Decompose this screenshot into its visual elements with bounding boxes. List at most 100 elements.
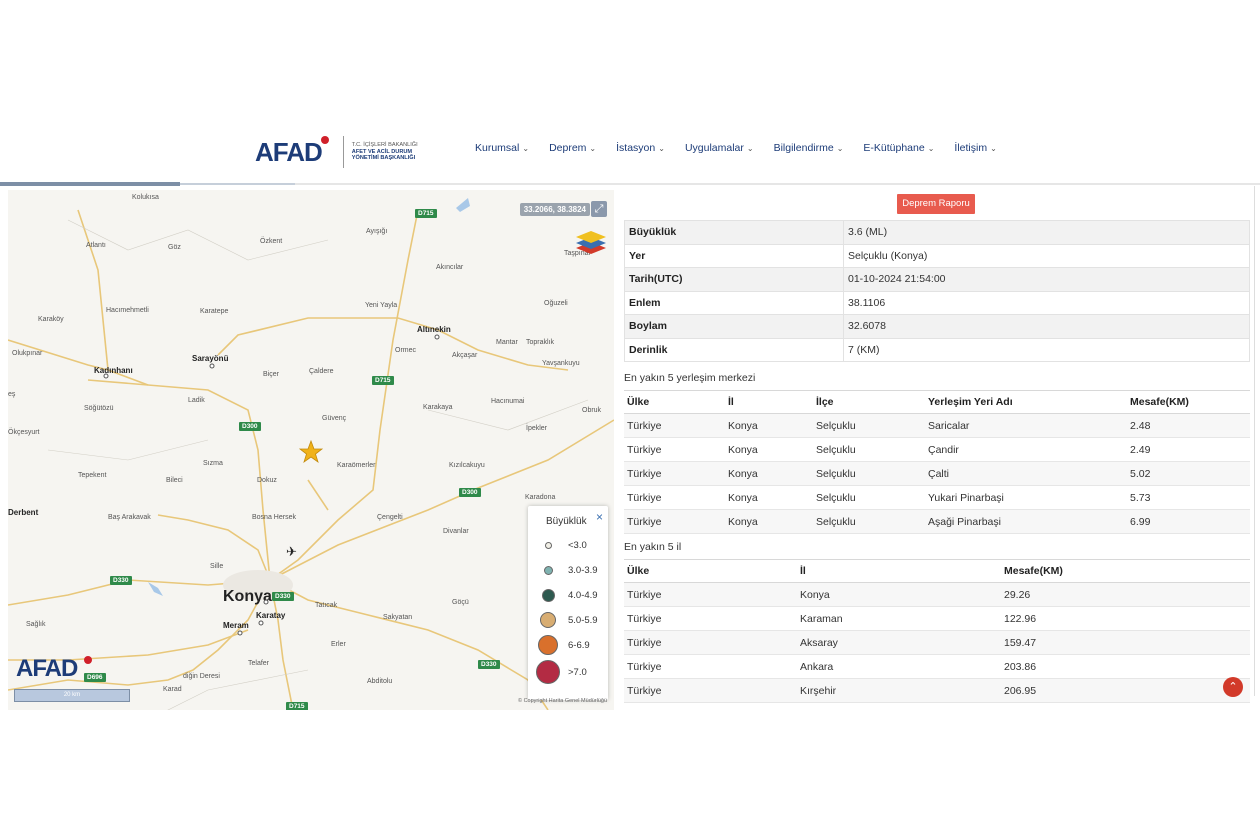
detail-value: 3.6 (ML) — [843, 220, 1250, 245]
legend-label: 5.0-5.9 — [568, 614, 598, 626]
detail-value: 7 (KM) — [843, 337, 1250, 362]
detail-row: Yer Selçuklu (Konya) — [624, 243, 1250, 268]
detail-row: Tarih(UTC) 01-10-2024 21:54:00 — [624, 267, 1250, 292]
table-cell: Türkiye — [624, 678, 797, 703]
table-cell: 2.48 — [1127, 413, 1250, 438]
legend-circle-icon — [536, 660, 560, 684]
legend-item: 6-6.9 — [528, 633, 608, 657]
nav-kurumsal[interactable]: Kurumsal ⌄ — [475, 142, 529, 154]
table-cell: Türkiye — [624, 437, 725, 462]
nav-label: İstasyon — [616, 142, 656, 154]
table-cell: 5.02 — [1127, 461, 1250, 486]
table-cell: Selçuklu — [813, 437, 925, 462]
legend-label: >7.0 — [568, 666, 587, 678]
table-cell: Türkiye — [624, 654, 797, 679]
road-shield: D330 — [272, 592, 294, 601]
table-cell: Selçuklu — [813, 509, 925, 534]
table-cell: Türkiye — [624, 606, 797, 631]
table-cell: Karaman — [797, 606, 1001, 631]
table-cell: Konya — [725, 485, 813, 510]
detail-row: Büyüklük 3.6 (ML) — [624, 220, 1250, 245]
table-cell: Türkiye — [624, 630, 797, 655]
table-cell: 2.49 — [1127, 437, 1250, 462]
close-icon[interactable]: × — [596, 510, 603, 524]
chevron-down-icon: ⌄ — [746, 143, 754, 153]
legend-item: <3.0 — [528, 533, 608, 557]
table-row: Türkiye Ankara 203.86 — [624, 654, 1250, 679]
detail-key: Tarih(UTC) — [624, 267, 844, 292]
legend-title: Büyüklük — [546, 516, 587, 527]
legend-item: 4.0-4.9 — [528, 583, 608, 607]
provinces-table: Ülke İl Mesafe(KM) Türkiye Konya 29.26 Tür… — [624, 559, 1250, 703]
table-cell: Kırşehir — [797, 678, 1001, 703]
table-row: Türkiye Karaman 122.96 — [624, 606, 1250, 631]
nav-deprem[interactable]: Deprem ⌄ — [549, 142, 596, 154]
detail-value: 38.1106 — [843, 290, 1250, 315]
nav-iletisim[interactable]: İletişim ⌄ — [954, 142, 996, 154]
layers-icon[interactable] — [574, 228, 608, 258]
map-afad-logo: AFAD — [16, 655, 78, 682]
chevron-down-icon: ⌄ — [522, 143, 530, 153]
detail-value: Selçuklu (Konya) — [843, 243, 1250, 268]
table-cell: Türkiye — [624, 485, 725, 510]
settlements-title: En yakın 5 yerleşim merkezi — [624, 372, 756, 384]
column-header: Ülke — [624, 559, 797, 583]
legend-label: <3.0 — [568, 539, 587, 551]
legend-circle-icon — [541, 588, 555, 602]
nav-uygulamalar[interactable]: Uygulamalar ⌄ — [685, 142, 754, 154]
earthquake-report-button[interactable]: Deprem Raporu — [897, 194, 975, 214]
epicenter-star-icon[interactable] — [299, 440, 323, 464]
main-nav: Kurumsal ⌄ Deprem ⌄ İstasyon ⌄ Uygulamalar ⌄… — [475, 142, 1017, 154]
road-shield: D300 — [239, 422, 261, 431]
legend-item: >7.0 — [528, 660, 608, 684]
chevron-down-icon: ⌄ — [836, 143, 844, 153]
table-cell: 159.47 — [1001, 630, 1250, 655]
detail-row: Derinlik 7 (KM) — [624, 337, 1250, 362]
table-row: Türkiye Konya Selçuklu Yukari Pinarbaşi 5.73 — [624, 485, 1250, 510]
nav-e-kutuphane[interactable]: E-Kütüphane ⌄ — [863, 142, 934, 154]
table-row: Türkiye Aksaray 159.47 — [624, 630, 1250, 655]
detail-key: Derinlik — [624, 337, 844, 362]
road-shield: D330 — [478, 660, 500, 669]
logo-emblem-icon — [320, 136, 329, 144]
fullscreen-icon[interactable]: ⤢ — [591, 201, 607, 217]
table-cell: 5.73 — [1127, 485, 1250, 510]
afad-logo[interactable]: AFAD T.C. İÇİŞLERİ BAKANLIĞI AFET VE ACİ… — [255, 136, 422, 168]
site-header: AFAD T.C. İÇİŞLERİ BAKANLIĞI AFET VE ACİ… — [0, 120, 1260, 184]
legend-item: 3.0-3.9 — [528, 558, 608, 582]
detail-key: Büyüklük — [624, 220, 844, 245]
detail-key: Yer — [624, 243, 844, 268]
logo-text: AFAD — [255, 136, 323, 167]
table-cell: Türkiye — [624, 582, 797, 607]
nav-bilgilendirme[interactable]: Bilgilendirme ⌄ — [774, 142, 844, 154]
nav-istasyon[interactable]: İstasyon ⌄ — [616, 142, 665, 154]
legend-label: 6-6.9 — [568, 639, 590, 651]
table-row: Türkiye Konya Selçuklu Çalti 5.02 — [624, 461, 1250, 486]
column-header: Ülke — [624, 390, 725, 414]
map-copyright: © Copyright Harita Genel Müdürlüğü — [518, 698, 608, 704]
table-cell: 29.26 — [1001, 582, 1250, 607]
airport-icon: ✈ — [286, 544, 297, 559]
logo-ministry: T.C. İÇİŞLERİ BAKANLIĞI — [351, 142, 418, 149]
nav-label: E-Kütüphane — [863, 142, 925, 154]
table-cell: Aksaray — [797, 630, 1001, 655]
table-cell: Konya — [725, 461, 813, 486]
legend-label: 3.0-3.9 — [568, 564, 598, 576]
table-cell: Saricalar — [925, 413, 1127, 438]
column-header: İl — [797, 559, 1001, 583]
column-header: Mesafe(KM) — [1001, 559, 1250, 583]
panel-border — [1254, 186, 1255, 696]
table-cell: Selçuklu — [813, 485, 925, 510]
legend-circle-icon — [543, 565, 553, 575]
scroll-to-top-button[interactable]: ⌃ — [1223, 677, 1243, 697]
table-cell: Ankara — [797, 654, 1001, 679]
earthquake-map[interactable]: Kolukısa Atlantı Göz Özkent Ayışığı Taşp… — [8, 190, 614, 710]
road-shield: D696 — [84, 673, 106, 682]
detail-value: 01-10-2024 21:54:00 — [843, 267, 1250, 292]
detail-row: Boylam 32.6078 — [624, 314, 1250, 339]
chevron-down-icon: ⌄ — [658, 143, 665, 153]
nav-label: Kurumsal — [475, 142, 520, 154]
nav-label: Deprem — [549, 142, 587, 154]
table-cell: Selçuklu — [813, 413, 925, 438]
table-cell: 6.99 — [1127, 509, 1250, 534]
